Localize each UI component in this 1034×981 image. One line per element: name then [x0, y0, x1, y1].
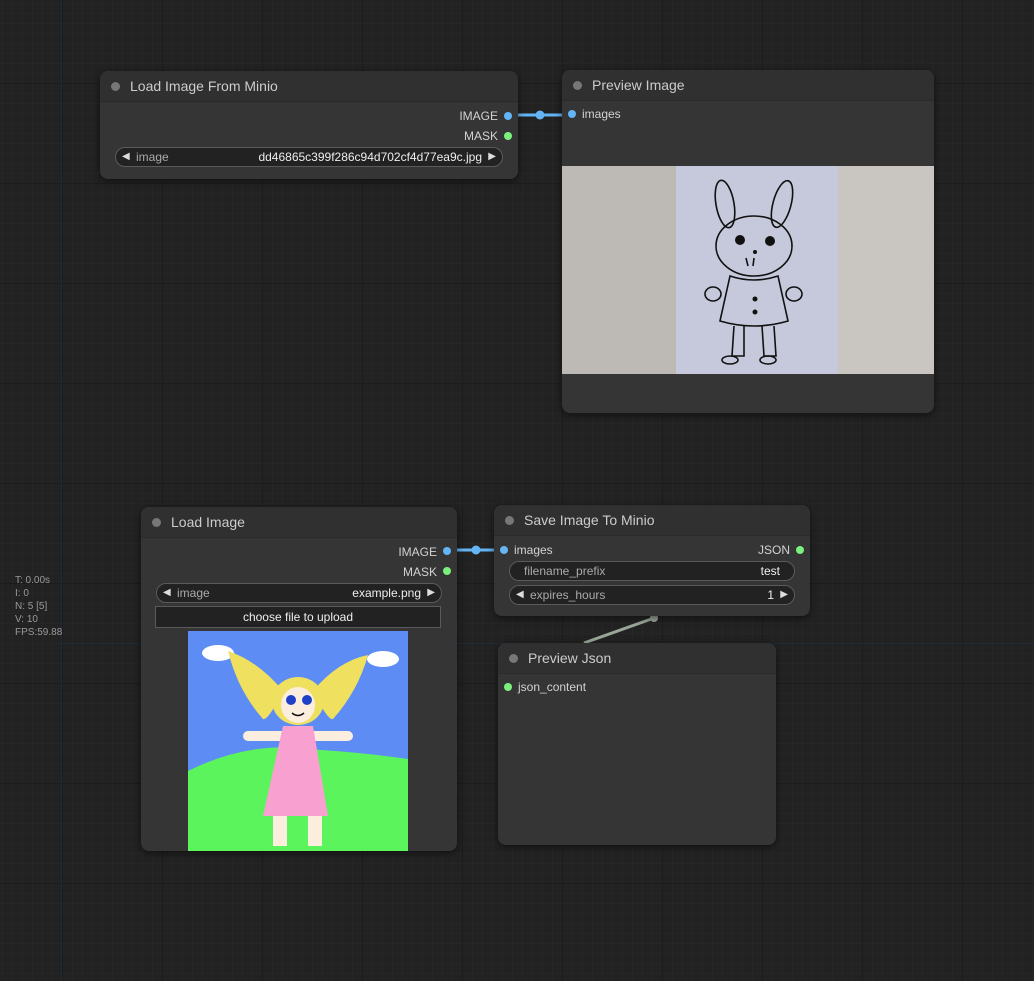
collapse-dot-icon[interactable]: [505, 516, 514, 525]
node-title[interactable]: Preview Json: [498, 643, 776, 674]
rabbit-drawing-photo-icon: [562, 166, 934, 374]
node-title-label: Save Image To Minio: [524, 512, 655, 528]
filename-prefix-widget[interactable]: filename_prefix test: [509, 561, 795, 581]
combo-next-arrow-icon[interactable]: ▶: [427, 584, 435, 602]
render-stats: T: 0.00s I: 0 N: 5 [5] V: 10 FPS:59.88: [15, 574, 62, 639]
node-save-image-to-minio[interactable]: Save Image To Minio images JSON filename…: [494, 505, 810, 616]
collapse-dot-icon[interactable]: [111, 82, 120, 91]
output-slot-mask-dot[interactable]: [443, 567, 451, 575]
collapse-dot-icon[interactable]: [573, 81, 582, 90]
input-slot-images-label: images: [582, 107, 621, 121]
input-slot-images-label: images: [514, 543, 553, 557]
widget-label: filename_prefix: [524, 564, 606, 578]
expires-hours-widget[interactable]: ◀ expires_hours 1 ▶: [509, 585, 795, 605]
choose-file-upload-button[interactable]: choose file to upload: [155, 606, 441, 628]
output-slot-mask-dot[interactable]: [504, 132, 512, 140]
node-title-label: Load Image: [171, 514, 245, 530]
image-combo-widget[interactable]: ◀ image dd46865c399f286c94d702cf4d77ea9c…: [115, 147, 503, 167]
link-json-to-preview-json: [583, 616, 655, 645]
widget-label: image: [136, 150, 169, 164]
node-load-image-from-minio[interactable]: Load Image From Minio IMAGE MASK ◀ image…: [100, 71, 518, 179]
node-title-label: Preview Json: [528, 650, 612, 666]
widget-label: expires_hours: [530, 588, 606, 602]
combo-prev-arrow-icon[interactable]: ◀: [122, 148, 130, 166]
node-title-label: Load Image From Minio: [130, 78, 278, 94]
combo-prev-arrow-icon[interactable]: ◀: [163, 584, 171, 602]
collapse-dot-icon[interactable]: [509, 654, 518, 663]
output-slot-image-dot[interactable]: [504, 112, 512, 120]
combo-next-arrow-icon[interactable]: ▶: [488, 148, 496, 166]
link-midpoint: [471, 545, 481, 555]
node-title[interactable]: Preview Image: [562, 70, 934, 101]
stat-nodes: N: 5 [5]: [15, 601, 48, 612]
stat-fps: FPS:59.88: [15, 627, 63, 638]
output-slot-mask-label: MASK: [402, 565, 437, 579]
input-slot-images-dot[interactable]: [568, 110, 576, 118]
stat-visible: V: 10: [15, 614, 38, 625]
increment-arrow-icon[interactable]: ▶: [780, 586, 788, 604]
widget-value: dd46865c399f286c94d702cf4d77ea9c.jpg: [258, 150, 482, 164]
output-slot-json-label: JSON: [757, 543, 790, 557]
widget-label: image: [177, 586, 210, 600]
node-title-label: Preview Image: [592, 77, 685, 93]
collapse-dot-icon[interactable]: [152, 518, 161, 527]
output-slot-mask-label: MASK: [463, 129, 498, 143]
image-combo-widget[interactable]: ◀ image example.png ▶: [156, 583, 442, 603]
node-title[interactable]: Save Image To Minio: [494, 505, 810, 536]
output-slot-image-label: IMAGE: [398, 545, 437, 559]
node-title[interactable]: Load Image From Minio: [100, 71, 518, 102]
link-midpoint: [535, 110, 545, 120]
input-slot-images-dot[interactable]: [500, 546, 508, 554]
girl-drawing-image-icon: [188, 631, 408, 851]
node-preview-image[interactable]: Preview Image images: [562, 70, 934, 413]
widget-value: 1: [767, 588, 774, 602]
output-slot-json-dot[interactable]: [796, 546, 804, 554]
widget-value: example.png: [352, 586, 421, 600]
node-title[interactable]: Load Image: [141, 507, 457, 538]
input-slot-json-content-dot[interactable]: [504, 683, 512, 691]
output-slot-image-label: IMAGE: [459, 109, 498, 123]
widget-value: test: [760, 564, 780, 578]
decrement-arrow-icon[interactable]: ◀: [516, 586, 524, 604]
stat-iterations: I: 0: [15, 588, 29, 599]
input-slot-json-content-label: json_content: [518, 680, 587, 694]
output-slot-image-dot[interactable]: [443, 547, 451, 555]
stat-time: T: 0.00s: [15, 575, 51, 586]
node-load-image[interactable]: Load Image IMAGE MASK ◀ image example.pn…: [141, 507, 457, 851]
node-preview-json[interactable]: Preview Json json_content: [498, 643, 776, 845]
